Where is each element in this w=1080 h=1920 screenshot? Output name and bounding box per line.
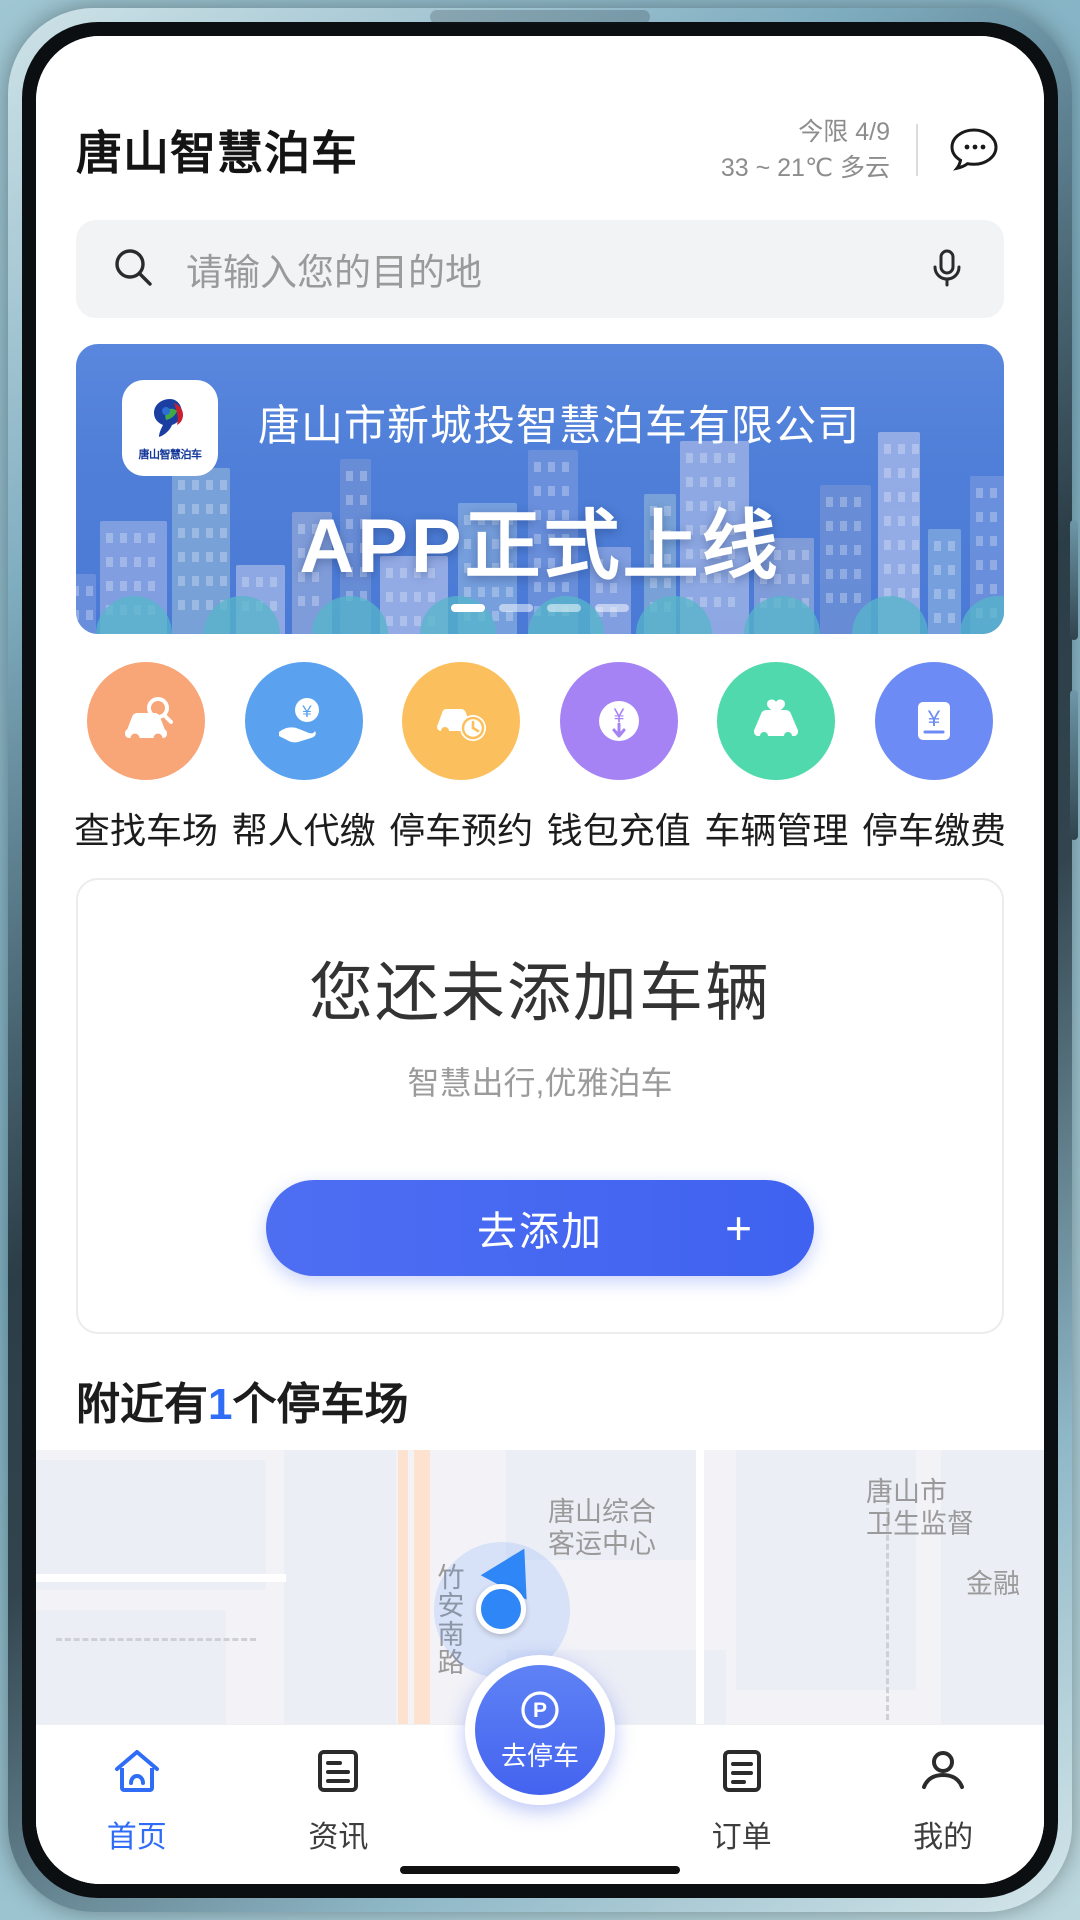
header-right-group: 今限 4/9 33 ~ 21℃ 多云 [721,114,1004,187]
map-block [36,1460,266,1590]
car-manage-icon [717,662,836,780]
quick-actions-grid: 查找车场 ¥ 帮人代缴 停车预约 ¥ 钱包充值 车辆管理 ¥ 停车缴费 [36,634,1044,854]
banner-pagination-dots[interactable] [76,604,1004,612]
banner-dot[interactable] [595,604,629,612]
quick-action-find-lot[interactable]: 查找车场 [72,662,220,854]
map-block [284,1450,396,1740]
add-vehicle-button[interactable]: 去添加 + [266,1180,814,1276]
quick-action-label: 钱包充值 [546,810,691,851]
search-icon [110,244,156,295]
order-icon [714,1743,770,1804]
earpiece-speaker [430,10,650,24]
nav-item-home[interactable]: 首页 [36,1743,238,1856]
phone-screen: 唐山智慧泊车 今限 4/9 33 ~ 21℃ 多云 请输入您的目的地 唐山智慧泊… [36,36,1044,1884]
phone-frame: 唐山智慧泊车 今限 4/9 33 ~ 21℃ 多云 请输入您的目的地 唐山智慧泊… [0,0,1080,1920]
car-search-icon [87,662,205,780]
nearby-suffix: 个停车场 [232,1380,409,1429]
map-road [398,1450,408,1740]
banner-tree [960,596,1004,634]
nav-label: 我的 [913,1821,974,1854]
add-vehicle-label: 去添加 [477,1210,603,1254]
header-divider [916,124,918,176]
svg-text:¥: ¥ [301,702,312,721]
map-road [696,1450,704,1740]
home-icon [109,1743,165,1804]
svg-text:P: P [533,1699,547,1722]
vehicle-empty-subtitle: 智慧出行,优雅泊车 [407,1065,673,1101]
nav-label: 资讯 [308,1821,369,1854]
microphone-icon[interactable] [924,244,970,295]
hand-yuan-icon: ¥ [244,662,363,780]
volume-button[interactable] [1070,520,1078,640]
weather-info: 今限 4/9 33 ~ 21℃ 多云 [721,114,890,187]
search-placeholder-text: 请输入您的目的地 [186,252,482,293]
app-root: 唐山智慧泊车 今限 4/9 33 ~ 21℃ 多云 请输入您的目的地 唐山智慧泊… [36,36,1044,1884]
parking-p-icon: P [521,1690,559,1729]
svg-text:¥: ¥ [927,706,941,731]
banner-dot[interactable] [499,604,533,612]
map-label-health-supervision: 唐山市 卫生监督 [866,1477,974,1540]
quick-action-label: 帮人代缴 [231,810,376,851]
page-title: 唐山智慧泊车 [76,127,358,179]
parking-pay-icon: ¥ [874,662,993,780]
vehicle-empty-card: 您还未添加车辆 智慧出行,优雅泊车 去添加 + [76,878,1004,1334]
banner-logo-text: 唐山智慧泊车 [138,448,203,461]
nearby-parking-title: 附近有1个停车场 [36,1334,1044,1450]
weather-temp-text: 33 ~ 21℃ 多云 [720,154,890,182]
quick-action-vehicle-manage[interactable]: 车辆管理 [702,662,850,854]
map-label-finance: 金融 [966,1569,1020,1599]
power-button[interactable] [1070,690,1078,840]
banner-dot[interactable] [451,604,485,612]
banner-logo: 唐山智慧泊车 [122,380,218,476]
quick-action-label: 车辆管理 [704,810,849,851]
quick-action-wallet-topup[interactable]: ¥ 钱包充值 [545,662,693,854]
quick-action-label: 查找车场 [73,810,218,851]
nearby-prefix: 附近有 [76,1380,208,1429]
bottom-navigation: 首页 资讯 P 去停车 订单 我的 [36,1655,1044,1884]
promo-banner[interactable]: 唐山智慧泊车 唐山市新城投智慧泊车有限公司 APP正式上线 [76,344,1004,634]
user-icon [915,1743,971,1804]
chat-bubble-icon[interactable] [944,120,1004,180]
car-clock-icon [402,662,521,780]
nav-item-news[interactable]: 资讯 [238,1743,440,1856]
news-icon [310,1743,366,1804]
user-location-dot [476,1584,526,1634]
quick-action-parking-pay[interactable]: ¥ 停车缴费 [860,662,1008,854]
home-indicator [400,1866,680,1874]
nav-item-profile[interactable]: 我的 [842,1743,1044,1856]
map-block [36,1610,226,1740]
wallet-topup-icon: ¥ [559,662,678,780]
quick-action-pay-for-others[interactable]: ¥ 帮人代缴 [230,662,378,854]
quick-action-label: 停车缴费 [861,810,1006,851]
go-park-fab-button[interactable]: P 去停车 [464,1655,615,1805]
go-park-fab-label: 去停车 [500,1740,579,1771]
banner-company-name: 唐山市新城投智慧泊车有限公司 [258,402,861,449]
nearby-count: 1 [208,1380,233,1429]
nav-label: 首页 [106,1821,167,1854]
traffic-limit-text: 今限 4/9 [798,117,890,146]
quick-action-label: 停车预约 [389,810,534,851]
map-dashed-road [56,1638,256,1641]
banner-headline: APP正式上线 [299,504,781,589]
quick-action-reserve[interactable]: 停车预约 [387,662,535,854]
plus-icon: + [725,1202,752,1254]
nav-label: 订单 [711,1821,772,1854]
map-road [414,1450,430,1740]
search-input[interactable]: 请输入您的目的地 [76,220,1004,318]
nav-item-orders[interactable]: 订单 [641,1743,843,1856]
vehicle-empty-title: 您还未添加车辆 [309,957,771,1029]
map-road [36,1574,286,1582]
app-header: 唐山智慧泊车 今限 4/9 33 ~ 21℃ 多云 [36,102,1044,198]
banner-dot[interactable] [547,604,581,612]
